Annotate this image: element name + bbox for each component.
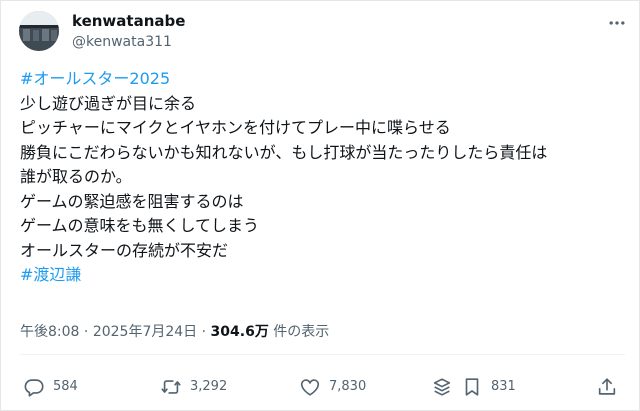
tweet-time[interactable]: 午後8:08	[20, 324, 79, 340]
divider	[20, 354, 625, 355]
tweet-date[interactable]: 2025年7月24日	[93, 324, 197, 340]
like-button[interactable]: 7,830	[299, 374, 366, 400]
bookmark-icon	[465, 378, 479, 396]
repost-count: 3,292	[190, 379, 228, 394]
grok-icon	[433, 378, 451, 396]
tweet-text: #オールスター2025 少し遊び過ぎが目に余る ピッチャーにマイクとイヤホンを付…	[20, 67, 625, 288]
repost-button[interactable]: 3,292	[160, 374, 227, 400]
views-count: 304.6万	[210, 324, 269, 340]
tweet-line: 少し遊び過ぎが目に余る	[20, 93, 197, 113]
like-icon	[300, 379, 320, 396]
tweet-meta: 午後8:08 · 2025年7月24日 · 304.6万 件の表示	[20, 322, 329, 342]
action-bar: 584 3,292 7,830 831	[23, 374, 625, 400]
reply-count: 584	[53, 379, 78, 394]
bookmark-button[interactable]: 831	[461, 374, 516, 400]
share-button[interactable]	[596, 374, 626, 400]
tweet-line: 勝負にこだわらないかも知れないが、もし打球が当たったりしたら責任は	[20, 142, 548, 162]
like-count: 7,830	[329, 379, 367, 394]
bookmark-count: 831	[491, 379, 516, 394]
meta-separator: ·	[201, 324, 207, 340]
grok-button[interactable]	[431, 374, 461, 400]
avatar[interactable]	[19, 11, 59, 51]
tweet-line: ゲームの意味をも無くしてしまう	[20, 216, 260, 235]
display-name[interactable]: kenwatanabe	[72, 11, 185, 31]
reply-icon	[24, 379, 44, 397]
tweet-line: オールスターの存続が不安だ	[20, 240, 229, 260]
more-icon	[609, 21, 625, 25]
share-icon	[598, 378, 616, 395]
tweet-header: kenwatanabe @kenwata311	[19, 9, 629, 55]
tweet-card: kenwatanabe @kenwata311 #オールスター2025 少し遊び…	[0, 0, 640, 411]
repost-icon	[161, 380, 181, 394]
tweet-line: ピッチャーにマイクとイヤホンを付けてプレー中に喋らせる	[20, 118, 451, 137]
meta-separator: ·	[83, 324, 89, 340]
hashtag-link[interactable]: #渡辺謙	[20, 263, 625, 288]
reply-button[interactable]: 584	[23, 374, 78, 400]
more-button[interactable]	[605, 13, 629, 33]
hashtag-link[interactable]: #オールスター2025	[20, 67, 625, 92]
user-handle[interactable]: @kenwata311	[72, 32, 185, 52]
tweet-line: ゲームの緊迫感を阻害するのは	[20, 191, 244, 211]
views-label: 件の表示	[273, 324, 330, 340]
tweet-line: 誰が取るのか。	[20, 167, 132, 186]
avatar-image	[19, 11, 59, 51]
user-names: kenwatanabe @kenwata311	[72, 11, 185, 52]
